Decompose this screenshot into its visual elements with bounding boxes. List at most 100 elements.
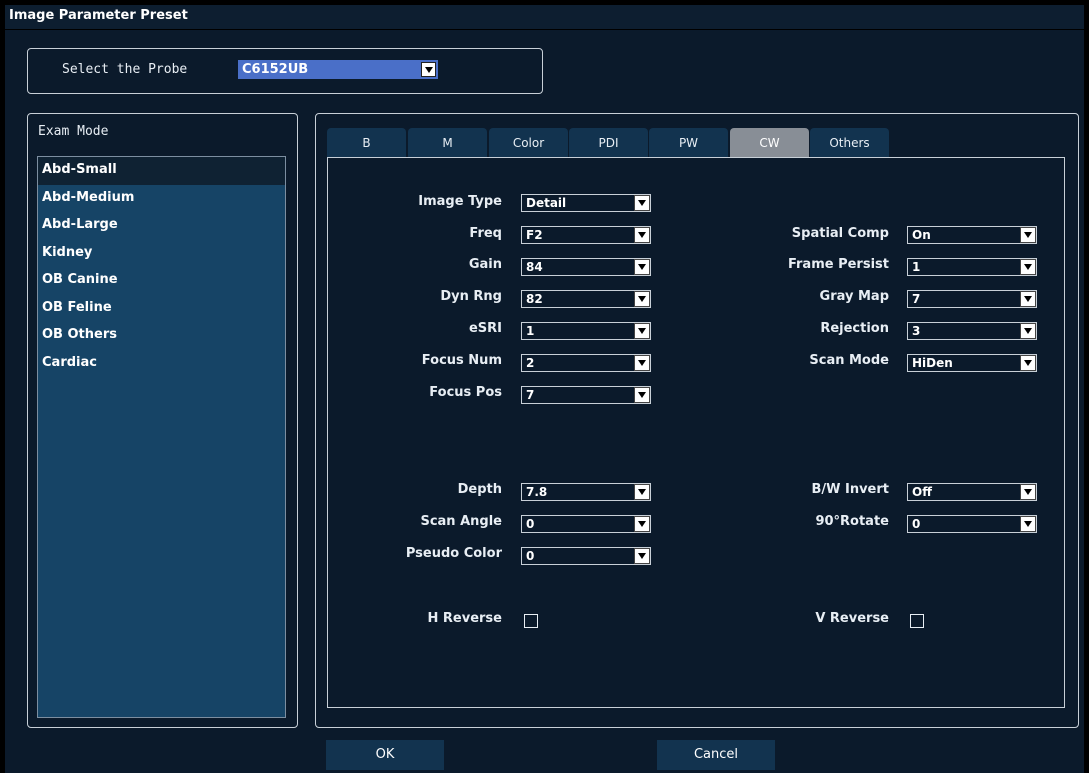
frame-persist-select[interactable]: 1: [907, 258, 1037, 276]
rejection-value: 3: [912, 324, 921, 338]
depth-value: 7.8: [526, 485, 548, 499]
image-type-select[interactable]: Detail: [521, 194, 651, 212]
scan-mode-value: HiDen: [912, 356, 953, 370]
dropdown-button[interactable]: [634, 227, 650, 243]
probe-select[interactable]: C6152UB: [238, 60, 438, 79]
ok-button[interactable]: OK: [326, 740, 444, 770]
dyn-rng-value: 82: [526, 292, 543, 306]
tab-pdi[interactable]: PDI: [569, 128, 648, 157]
tab-color[interactable]: Color: [489, 128, 568, 157]
dyn-rng-label: Dyn Rng: [440, 289, 502, 304]
gain-select[interactable]: 84: [521, 258, 651, 276]
gray-map-value: 7: [912, 292, 921, 306]
bw-invert-label: B/W Invert: [811, 482, 889, 497]
focus-num-value: 2: [526, 356, 535, 370]
chevron-down-icon: [638, 328, 646, 334]
scan-mode-label: Scan Mode: [809, 353, 889, 368]
rotate-90-value: 0: [912, 517, 921, 531]
scan-angle-select[interactable]: 0: [521, 515, 651, 533]
h-reverse-checkbox[interactable]: [524, 614, 538, 628]
dropdown-button[interactable]: [634, 195, 650, 211]
chevron-down-icon: [1024, 521, 1032, 527]
image-parameter-preset-window: Image Parameter Preset Select the Probe …: [5, 5, 1084, 773]
dropdown-button[interactable]: [1020, 516, 1036, 532]
list-item[interactable]: Abd-Medium: [38, 185, 285, 213]
v-reverse-checkbox[interactable]: [910, 614, 924, 628]
dropdown-button[interactable]: [1020, 291, 1036, 307]
v-reverse-label: V Reverse: [815, 611, 889, 626]
list-item[interactable]: OB Canine: [38, 267, 285, 295]
dropdown-button[interactable]: [1020, 259, 1036, 275]
tab-b[interactable]: B: [327, 128, 406, 157]
tab-others[interactable]: Others: [810, 128, 889, 157]
dropdown-button[interactable]: [1020, 227, 1036, 243]
exam-mode-list[interactable]: Abd-Small Abd-Medium Abd-Large Kidney OB…: [37, 156, 286, 718]
gray-map-select[interactable]: 7: [907, 290, 1037, 308]
tab-m[interactable]: M: [408, 128, 487, 157]
freq-select[interactable]: F2: [521, 226, 651, 244]
focus-pos-select[interactable]: 7: [521, 386, 651, 404]
chevron-down-icon: [638, 521, 646, 527]
pseudo-color-value: 0: [526, 549, 535, 563]
pseudo-color-select[interactable]: 0: [521, 547, 651, 565]
chevron-down-icon: [638, 392, 646, 398]
bw-invert-value: Off: [912, 485, 932, 499]
rotate-90-select[interactable]: 0: [907, 515, 1037, 533]
focus-pos-label: Focus Pos: [429, 385, 502, 400]
esri-select[interactable]: 1: [521, 322, 651, 340]
exam-mode-panel: Exam Mode Abd-Small Abd-Medium Abd-Large…: [27, 113, 298, 728]
probe-dropdown-button[interactable]: [421, 62, 436, 77]
focus-num-select[interactable]: 2: [521, 354, 651, 372]
chevron-down-icon: [638, 200, 646, 206]
rejection-select[interactable]: 3: [907, 322, 1037, 340]
tab-content: Image Type Detail Freq F2 Gain 84 Dyn Rn…: [327, 157, 1065, 708]
dropdown-button[interactable]: [1020, 484, 1036, 500]
chevron-down-icon: [638, 296, 646, 302]
scan-mode-select[interactable]: HiDen: [907, 354, 1037, 372]
depth-select[interactable]: 7.8: [521, 483, 651, 501]
dropdown-button[interactable]: [634, 516, 650, 532]
dropdown-button[interactable]: [634, 484, 650, 500]
list-item[interactable]: OB Others: [38, 322, 285, 350]
chevron-down-icon: [638, 360, 646, 366]
dropdown-button[interactable]: [634, 387, 650, 403]
tab-cw[interactable]: CW: [730, 128, 809, 157]
rejection-label: Rejection: [820, 321, 889, 336]
chevron-down-icon: [1024, 489, 1032, 495]
scan-angle-value: 0: [526, 517, 535, 531]
freq-label: Freq: [469, 226, 502, 241]
dropdown-button[interactable]: [1020, 355, 1036, 371]
rotate-90-label: 90°Rotate: [815, 514, 889, 529]
list-item[interactable]: Abd-Large: [38, 212, 285, 240]
dropdown-button[interactable]: [634, 291, 650, 307]
dropdown-button[interactable]: [634, 323, 650, 339]
exam-mode-title: Exam Mode: [38, 124, 109, 139]
list-item[interactable]: Kidney: [38, 240, 285, 268]
probe-selector-group: Select the Probe C6152UB: [27, 48, 543, 94]
dropdown-button[interactable]: [634, 548, 650, 564]
chevron-down-icon: [424, 66, 433, 73]
dyn-rng-select[interactable]: 82: [521, 290, 651, 308]
tab-pw[interactable]: PW: [649, 128, 728, 157]
chevron-down-icon: [1024, 296, 1032, 302]
title-bar: Image Parameter Preset: [5, 5, 1084, 30]
gray-map-label: Gray Map: [819, 289, 889, 304]
focus-pos-value: 7: [526, 388, 535, 402]
list-item[interactable]: OB Feline: [38, 295, 285, 323]
esri-label: eSRI: [468, 321, 502, 336]
spatial-comp-select[interactable]: On: [907, 226, 1037, 244]
bw-invert-select[interactable]: Off: [907, 483, 1037, 501]
frame-persist-label: Frame Persist: [787, 257, 889, 272]
cancel-button[interactable]: Cancel: [657, 740, 775, 770]
dropdown-button[interactable]: [634, 259, 650, 275]
depth-label: Depth: [457, 482, 502, 497]
dropdown-button[interactable]: [634, 355, 650, 371]
probe-label: Select the Probe: [62, 62, 188, 77]
list-item[interactable]: Cardiac: [38, 350, 285, 378]
chevron-down-icon: [638, 232, 646, 238]
scan-angle-label: Scan Angle: [420, 514, 502, 529]
dropdown-button[interactable]: [1020, 323, 1036, 339]
esri-value: 1: [526, 324, 535, 338]
spatial-comp-value: On: [912, 228, 931, 242]
list-item[interactable]: Abd-Small: [38, 157, 285, 185]
